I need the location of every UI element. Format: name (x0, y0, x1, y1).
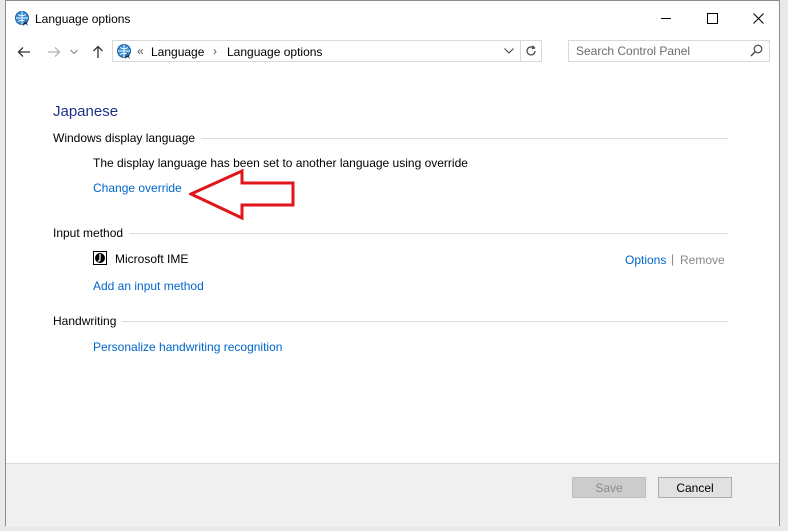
breadcrumb-separator[interactable]: › (213, 44, 217, 58)
forward-arrow-icon[interactable] (44, 42, 64, 62)
section-label-display-language: Windows display language (53, 131, 202, 145)
main-content: Japanese Windows display language The di… (6, 67, 779, 462)
address-bar[interactable]: A « Language › Language options (112, 40, 542, 62)
ime-options-link[interactable]: Options (625, 253, 666, 267)
search-input[interactable] (569, 41, 746, 61)
refresh-icon[interactable] (520, 41, 541, 61)
up-arrow-icon[interactable] (88, 42, 108, 62)
breadcrumb-language-options[interactable]: Language options (227, 45, 322, 59)
navigation-bar: A « Language › Language options (6, 38, 779, 66)
ime-icon (93, 251, 107, 265)
personalize-handwriting-link[interactable]: Personalize handwriting recognition (93, 340, 282, 354)
recent-locations-chevron-icon[interactable] (67, 42, 81, 62)
back-arrow-icon[interactable] (14, 42, 34, 62)
cancel-button[interactable]: Cancel (658, 477, 732, 498)
section-label-handwriting: Handwriting (53, 314, 123, 328)
section-divider (53, 233, 728, 234)
section-label-input-method: Input method (53, 226, 130, 240)
breadcrumb-language[interactable]: Language (151, 45, 204, 59)
maximize-button[interactable] (689, 1, 735, 36)
address-overflow-indicator[interactable]: « (137, 44, 144, 58)
display-language-status-text: The display language has been set to ano… (93, 156, 468, 170)
close-button[interactable] (735, 1, 781, 36)
dialog-footer: Save Cancel (6, 463, 779, 527)
annotation-arrow-icon (189, 169, 295, 221)
section-divider (53, 321, 728, 322)
svg-text:A: A (23, 20, 28, 27)
control-panel-globe-icon: A (14, 10, 30, 28)
page-title: Japanese (53, 103, 119, 120)
ime-name: Microsoft IME (115, 252, 189, 266)
search-box[interactable] (568, 40, 770, 62)
search-icon[interactable] (750, 44, 763, 62)
control-panel-globe-icon: A (116, 43, 132, 61)
language-options-window: A Language options A « Language › Langua… (5, 0, 780, 527)
svg-text:A: A (125, 53, 130, 60)
address-dropdown-chevron-icon[interactable] (501, 43, 517, 59)
minimize-button[interactable] (643, 1, 689, 36)
add-input-method-link[interactable]: Add an input method (93, 279, 204, 293)
title-bar: A Language options (6, 1, 779, 36)
change-override-link[interactable]: Change override (93, 181, 182, 195)
ime-remove-link[interactable]: Remove (680, 253, 725, 267)
save-button[interactable]: Save (572, 477, 646, 498)
window-title: Language options (35, 12, 131, 26)
link-separator: | (671, 252, 675, 266)
